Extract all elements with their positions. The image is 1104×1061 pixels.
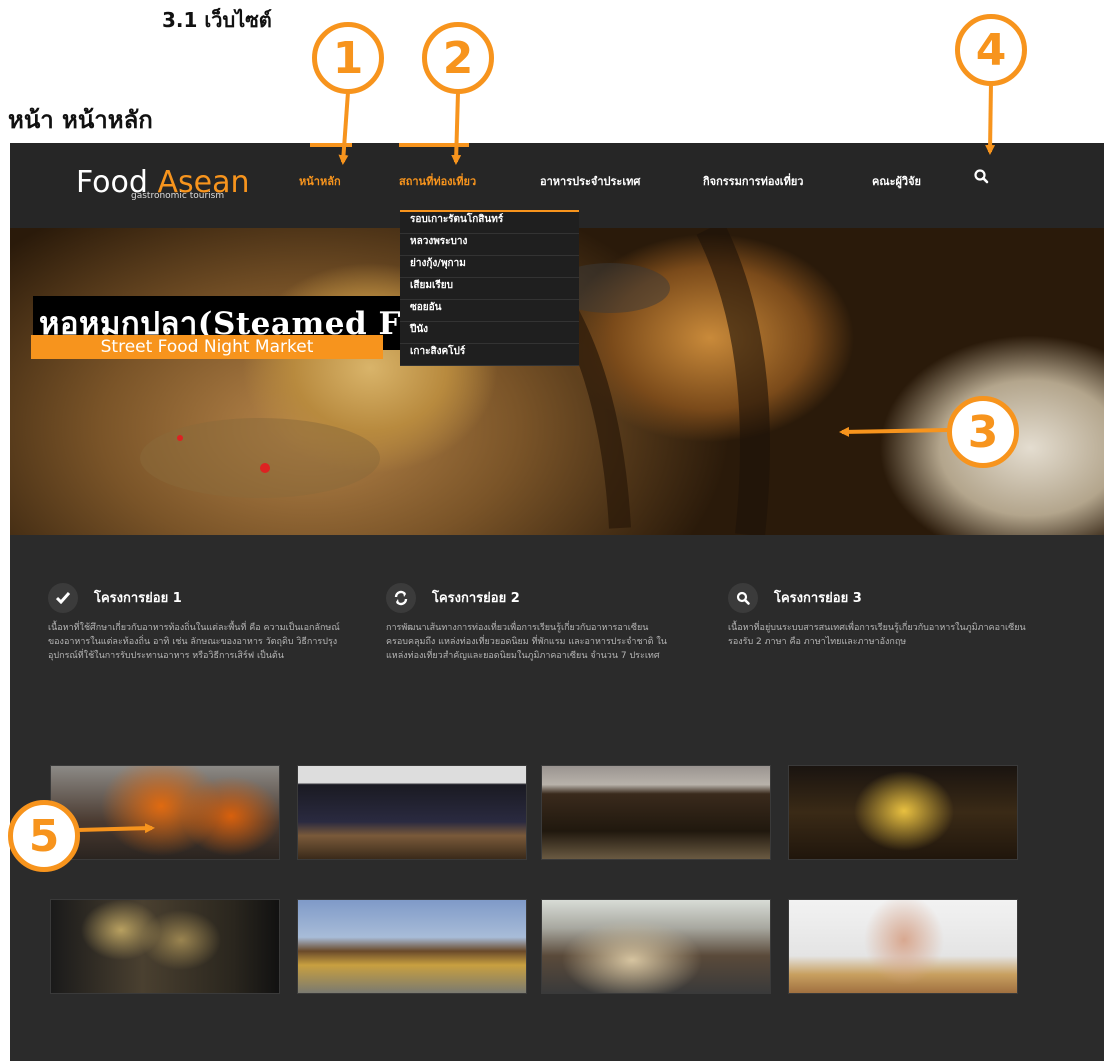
gallery-photo-temple-interior[interactable] — [788, 765, 1018, 860]
gallery-photo-buddha-statues[interactable] — [50, 899, 280, 994]
hover-nav-indicator — [399, 143, 469, 147]
gallery-photo-woman-smiling[interactable] — [788, 899, 1018, 994]
nav-home[interactable]: หน้าหลัก — [299, 172, 341, 190]
feature-text: เนื้อหาที่ใช้ศึกษาเกี่ยวกับอาหารท้องถิ่น… — [48, 623, 340, 661]
callout-badge-1: 1 — [312, 22, 384, 94]
dropdown-item[interactable]: ปีนัง — [400, 322, 579, 344]
feature-title: โครงการย่อย 2 — [432, 591, 520, 606]
dropdown-item[interactable]: เสียมเรียบ — [400, 278, 579, 300]
page-label: หน้า หน้าหลัก — [8, 106, 153, 134]
document-heading: 3.1 เว็บไซต์ — [162, 8, 272, 32]
check-icon — [48, 583, 78, 613]
website-screenshot: Food Asean gastronomic tourism หน้าหลัก … — [10, 143, 1104, 1061]
gallery-photo-seated-group[interactable] — [297, 765, 527, 860]
attractions-dropdown-menu: รอบเกาะรัตนโกสินทร์ หลวงพระบาง ย่างกุ้ง/… — [400, 210, 579, 366]
dropdown-item[interactable]: ซอยอัน — [400, 300, 579, 322]
search-icon[interactable] — [972, 167, 992, 187]
nav-tourism-activities[interactable]: กิจกรรมการท่องเที่ยว — [703, 172, 803, 190]
dropdown-item[interactable]: เกาะสิงคโปร์ — [400, 344, 579, 366]
callout-badge-4: 4 — [955, 14, 1027, 86]
gallery-photo-wooden-house[interactable] — [541, 765, 771, 860]
logo-tagline: gastronomic tourism — [131, 191, 225, 201]
nav-attractions[interactable]: สถานที่ท่องเที่ยว — [399, 172, 476, 190]
dropdown-item[interactable]: ย่างกุ้ง/พุกาม — [400, 256, 579, 278]
gallery-photo-monks-alms[interactable] — [50, 765, 280, 860]
active-nav-indicator — [310, 143, 352, 147]
search-icon — [728, 583, 758, 613]
feature-text: เนื้อหาที่อยู่บนระบบสารสนเทศเพื่อการเรีย… — [728, 623, 1026, 647]
gallery-photo-market-vendor[interactable] — [541, 899, 771, 994]
feature-text: การพัฒนาเส้นทางการท่องเที่ยวเพื่อการเรีย… — [386, 623, 667, 661]
gallery-photo-temple-roof[interactable] — [297, 899, 527, 994]
callout-badge-2: 2 — [422, 22, 494, 94]
dropdown-item[interactable]: หลวงพระบาง — [400, 234, 579, 256]
nav-research-team[interactable]: คณะผู้วิจัย — [872, 172, 921, 190]
arrow-4 — [985, 81, 996, 155]
hero-subtitle: Street Food Night Market — [31, 335, 383, 359]
feature-title: โครงการย่อย 3 — [774, 591, 862, 606]
feature-title: โครงการย่อย 1 — [94, 591, 182, 606]
refresh-icon — [386, 583, 416, 613]
nav-national-food[interactable]: อาหารประจำประเทศ — [540, 172, 640, 190]
dropdown-item[interactable]: รอบเกาะรัตนโกสินทร์ — [400, 212, 579, 234]
